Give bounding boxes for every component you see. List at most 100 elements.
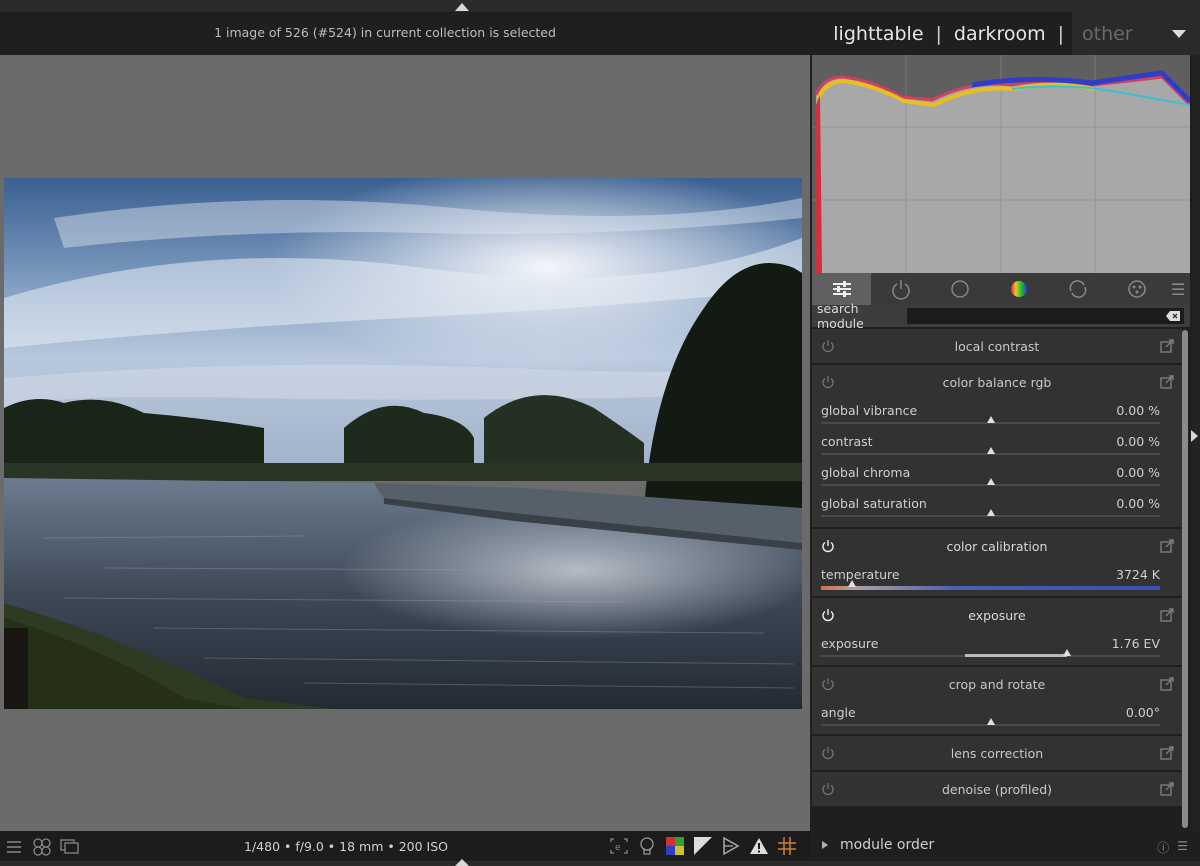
multi-instance-icon[interactable] — [1160, 339, 1174, 353]
slider-value: 0.00 % — [1116, 403, 1160, 418]
bottom-right-icons: e — [608, 835, 798, 857]
top-panel-toggle-strip[interactable] — [0, 0, 1200, 12]
tab-effect[interactable] — [1107, 273, 1166, 305]
multi-instance-icon[interactable] — [1160, 375, 1174, 389]
slider-global-chroma[interactable]: global chroma 0.00 % — [812, 461, 1182, 492]
slider-track[interactable] — [821, 478, 1160, 486]
photo-preview[interactable] — [4, 178, 802, 709]
tab-correct[interactable] — [1048, 273, 1107, 305]
slider-marker[interactable] — [986, 509, 995, 516]
histogram[interactable] — [812, 55, 1192, 273]
slider-marker[interactable] — [986, 416, 995, 423]
slider-global-vibrance[interactable]: global vibrance 0.00 % — [812, 399, 1182, 430]
slider-track[interactable] — [821, 718, 1160, 726]
guides-icon[interactable] — [720, 835, 742, 857]
slider-value: 0.00 % — [1116, 465, 1160, 480]
multi-instance-icon[interactable] — [1160, 608, 1174, 622]
slider-marker[interactable] — [1062, 649, 1071, 656]
module-header[interactable]: denoise (profiled) — [812, 772, 1182, 806]
module-header[interactable]: crop and rotate — [812, 667, 1182, 701]
second-window-icon[interactable] — [59, 836, 81, 858]
power-icon[interactable] — [821, 375, 835, 389]
slider-value: 1.76 EV — [1111, 636, 1160, 651]
correct-icon — [1069, 280, 1086, 298]
menu-icon[interactable] — [3, 836, 25, 858]
power-icon[interactable] — [821, 539, 835, 553]
slider-label: temperature — [821, 567, 900, 582]
bulb-icon[interactable] — [636, 835, 658, 857]
slider-global-saturation[interactable]: global saturation 0.00 % — [812, 492, 1182, 523]
tab-color[interactable] — [989, 273, 1048, 305]
module-order-label: module order — [840, 837, 935, 853]
multi-instance-icon[interactable] — [1160, 746, 1174, 760]
selection-status: 1 image of 526 (#524) in current collect… — [214, 25, 556, 40]
module-crop-and-rotate: crop and rotate angle 0.00° — [812, 667, 1182, 736]
slider-marker[interactable] — [986, 718, 995, 725]
clear-search-icon[interactable] — [1166, 311, 1180, 321]
slider-value: 0.00 % — [1116, 434, 1160, 449]
right-panel-toggle-arrow-icon[interactable] — [1191, 430, 1198, 442]
power-icon[interactable] — [821, 608, 835, 622]
slider-marker[interactable] — [986, 478, 995, 485]
slider-contrast[interactable]: contrast 0.00 % — [812, 430, 1182, 461]
module-name: exposure — [968, 607, 1026, 623]
slider-temperature[interactable]: temperature 3724 K — [812, 563, 1182, 594]
module-scrollbar[interactable] — [1182, 330, 1188, 828]
module-order-section[interactable]: module order — [822, 837, 934, 853]
bottom-toolbar: 1/480 • f/9.0 • 18 mm • 200 ISO e — [0, 831, 810, 861]
module-color-balance-rgb: color balance rgb global vibrance 0.00 %… — [812, 365, 1182, 529]
power-icon — [891, 280, 910, 300]
expand-arrow-icon[interactable] — [822, 841, 828, 849]
focus-peaking-icon[interactable]: e — [608, 835, 630, 857]
module-header[interactable]: color balance rgb — [812, 365, 1182, 399]
search-module-input[interactable] — [907, 308, 1184, 324]
bottom-panel-toggle-strip[interactable] — [0, 861, 1200, 866]
multi-instance-icon[interactable] — [1160, 677, 1174, 691]
slider-angle[interactable]: angle 0.00° — [812, 701, 1182, 732]
power-icon[interactable] — [821, 746, 835, 760]
photo-image — [4, 178, 802, 709]
slider-value: 0.00° — [1125, 705, 1160, 720]
slider-exposure[interactable]: exposure 1.76 EV — [812, 632, 1182, 663]
gamut-check-icon[interactable] — [692, 835, 714, 857]
presets-menu-icon[interactable]: ☰ — [1177, 839, 1188, 856]
temperature-slider-track[interactable] — [821, 580, 1160, 590]
info-icon[interactable]: ⓘ — [1157, 839, 1169, 856]
view-switcher: lighttable | darkroom | other — [823, 12, 1200, 55]
slider-track[interactable] — [821, 416, 1160, 424]
multi-instance-icon[interactable] — [1160, 782, 1174, 796]
view-lighttable[interactable]: lighttable — [823, 23, 933, 45]
bottom-right-bar: module order ⓘ ☰ — [810, 831, 1200, 861]
module-list: local contrast color balance rgb global … — [812, 329, 1182, 808]
power-icon[interactable] — [821, 339, 835, 353]
module-header[interactable]: exposure — [812, 598, 1182, 632]
slider-label: exposure — [821, 636, 879, 651]
module-header[interactable]: lens correction — [812, 736, 1182, 770]
other-views-dropdown[interactable]: other — [1072, 12, 1200, 55]
module-header[interactable]: color calibration — [812, 529, 1182, 563]
slider-label: angle — [821, 705, 856, 720]
view-separator: | — [1057, 22, 1064, 45]
styles-icon[interactable] — [31, 836, 53, 858]
view-darkroom[interactable]: darkroom — [944, 23, 1056, 45]
slider-track[interactable] — [821, 509, 1160, 517]
module-color-calibration: color calibration temperature 3724 K — [812, 529, 1182, 598]
top-panel-toggle-arrow-icon[interactable] — [455, 3, 469, 11]
grid-overlay-icon[interactable] — [776, 835, 798, 857]
slider-track[interactable] — [821, 649, 1160, 657]
tab-base[interactable] — [930, 273, 989, 305]
slider-track[interactable] — [821, 447, 1160, 455]
power-icon[interactable] — [821, 677, 835, 691]
menu-icon[interactable]: ☰ — [1166, 273, 1190, 305]
slider-marker[interactable] — [986, 447, 995, 454]
softproof-icon[interactable] — [664, 835, 686, 857]
view-separator: | — [935, 22, 942, 45]
multi-instance-icon[interactable] — [1160, 539, 1174, 553]
exif-info: 1/480 • f/9.0 • 18 mm • 200 ISO — [244, 839, 448, 854]
power-icon[interactable] — [821, 782, 835, 796]
slider-marker[interactable] — [847, 580, 856, 587]
bottom-panel-toggle-arrow-icon[interactable] — [455, 859, 469, 866]
overexposed-warning-icon[interactable] — [748, 835, 770, 857]
color-wheel-icon — [1010, 281, 1027, 297]
module-header[interactable]: local contrast — [812, 329, 1182, 363]
